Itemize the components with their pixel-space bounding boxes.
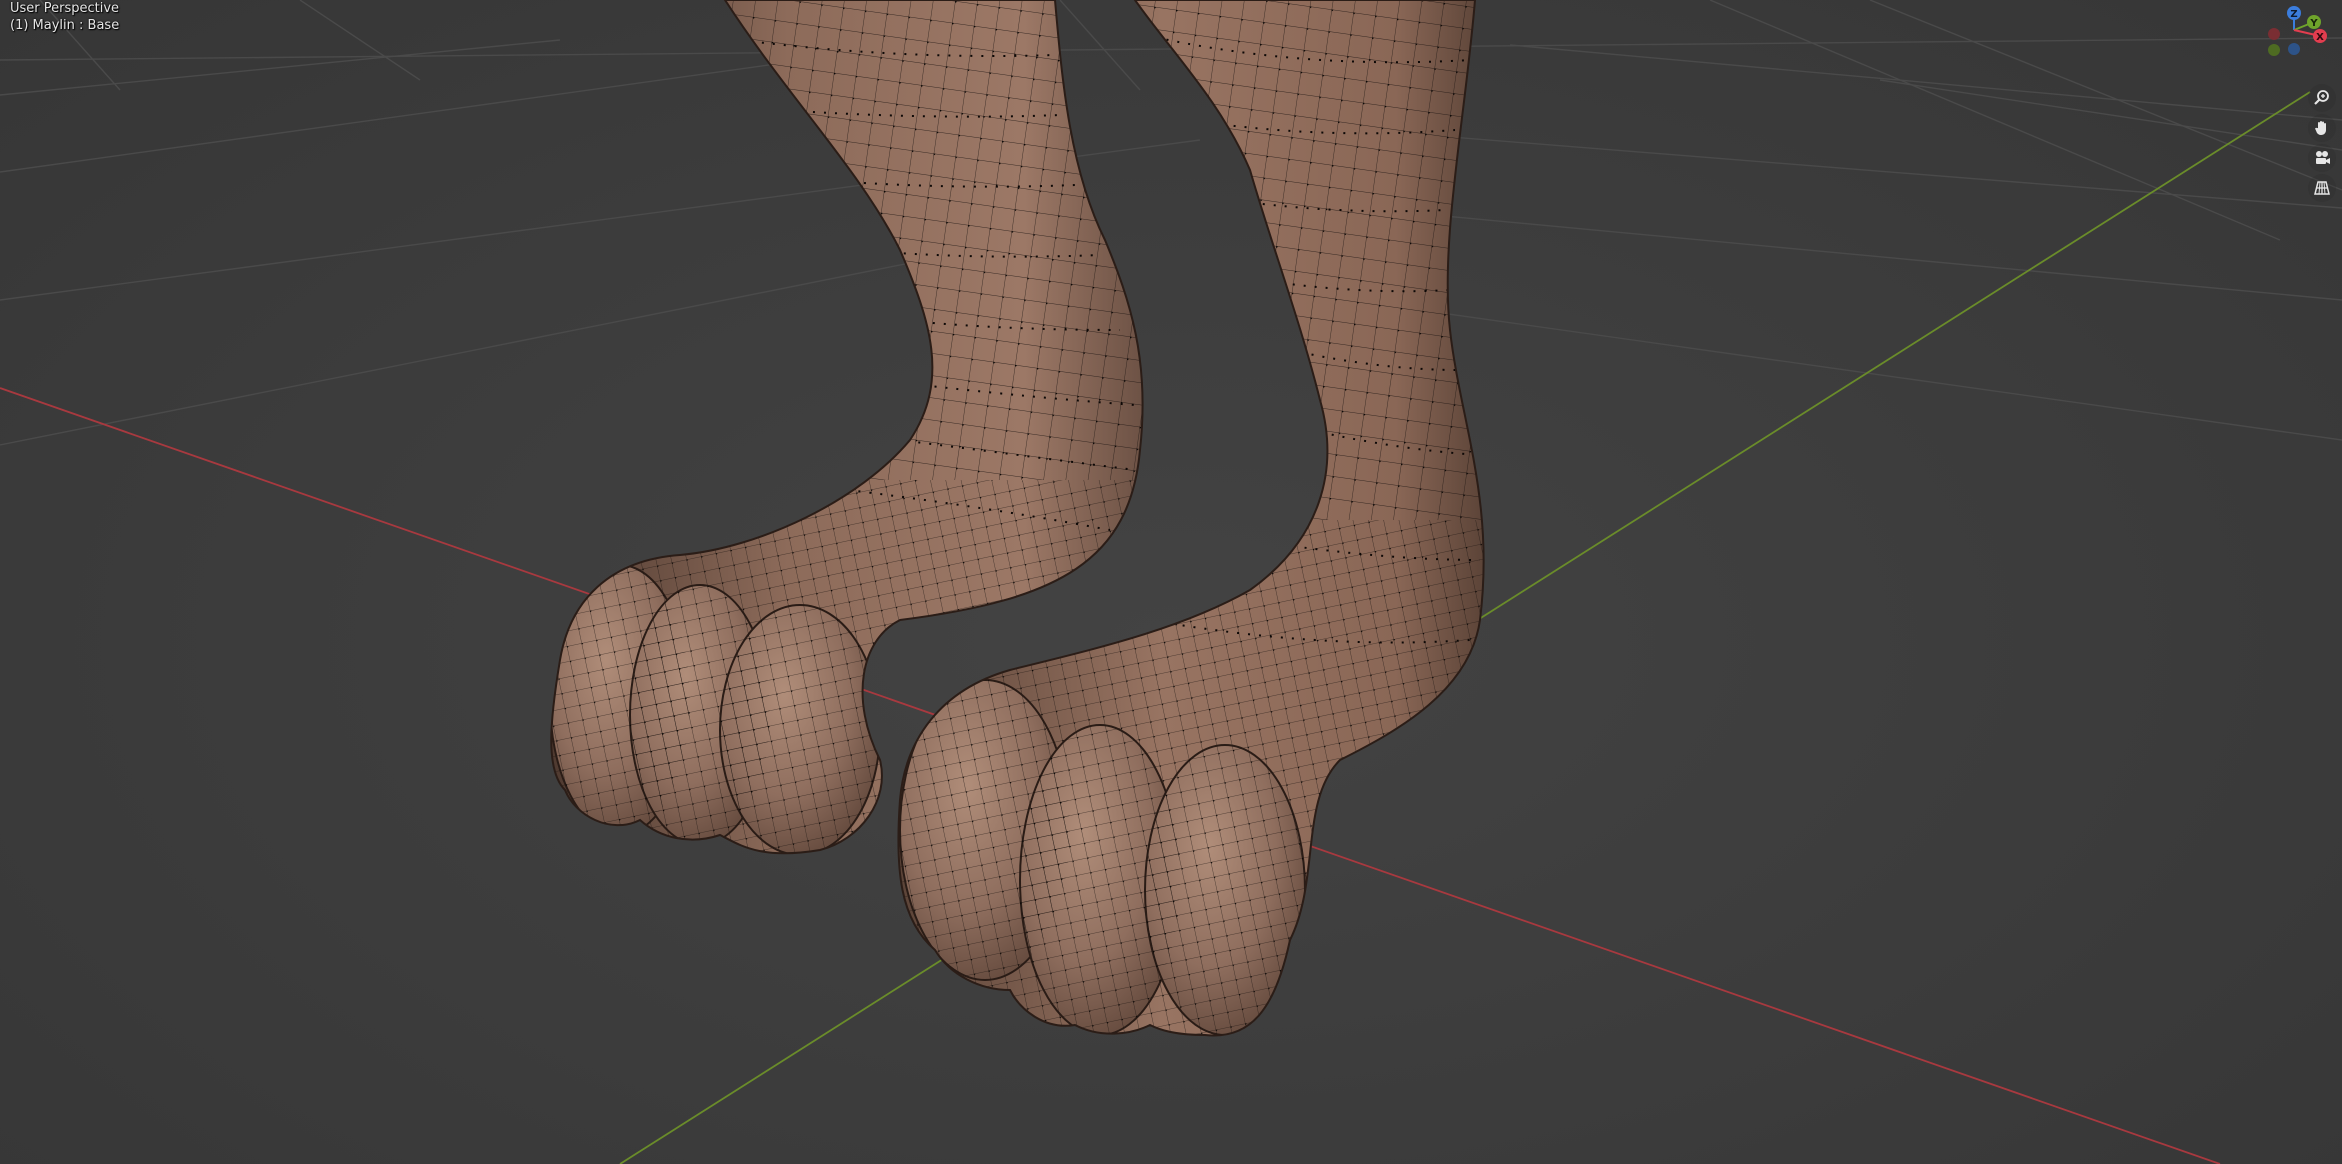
pan-button[interactable] [2308, 114, 2336, 142]
3d-viewport[interactable]: User Perspective (1) Maylin : Base Z Y X [0, 0, 2342, 1164]
zoom-button[interactable] [2308, 84, 2336, 112]
viewport-scene[interactable] [0, 0, 2342, 1164]
hand-pan-icon [2315, 121, 2326, 135]
ortho-toggle-button[interactable] [2308, 174, 2336, 202]
neg-z-axis-handle[interactable] [2288, 43, 2300, 55]
camera-view-icon [2316, 151, 2330, 164]
y-axis-label: Y [2309, 18, 2318, 29]
z-axis-label: Z [2290, 9, 2297, 20]
viewport-object-info: (1) Maylin : Base [10, 18, 120, 33]
navigation-tools [2308, 84, 2338, 204]
zoom-icon [2314, 90, 2329, 105]
viewport-view-name: User Perspective [10, 1, 120, 16]
x-axis-label: X [2316, 32, 2324, 43]
grid-ortho-icon [2314, 181, 2330, 195]
navigation-gizmo[interactable]: Z Y X [2254, 4, 2338, 84]
floor-grid [0, 0, 2342, 446]
camera-view-button[interactable] [2308, 144, 2336, 172]
neg-y-axis-handle[interactable] [2268, 44, 2280, 56]
neg-x-axis-handle[interactable] [2268, 28, 2280, 40]
